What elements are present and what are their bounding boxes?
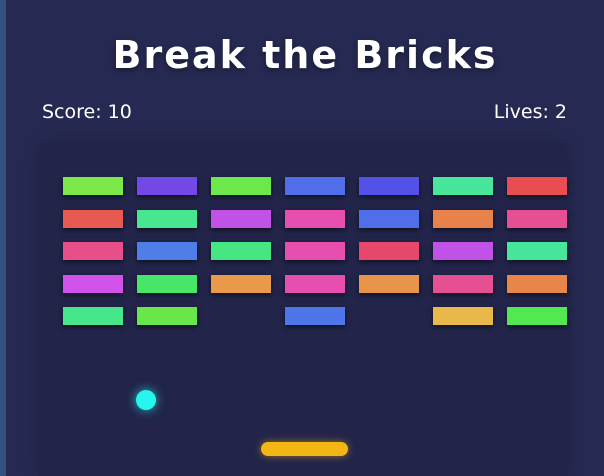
brick[interactable]	[211, 210, 271, 228]
brick[interactable]	[433, 275, 493, 293]
brick[interactable]	[211, 177, 271, 195]
brick[interactable]	[211, 242, 271, 260]
brick[interactable]	[63, 307, 123, 325]
brick[interactable]	[63, 242, 123, 260]
brick[interactable]	[285, 275, 345, 293]
brick[interactable]	[137, 210, 197, 228]
brick[interactable]	[359, 210, 419, 228]
brick[interactable]	[285, 210, 345, 228]
brick[interactable]	[137, 307, 197, 325]
brick[interactable]	[63, 177, 123, 195]
brick[interactable]	[433, 307, 493, 325]
brick[interactable]	[63, 275, 123, 293]
ball	[136, 390, 156, 410]
brick[interactable]	[285, 242, 345, 260]
brick[interactable]	[285, 177, 345, 195]
brick[interactable]	[359, 275, 419, 293]
brick[interactable]	[63, 210, 123, 228]
brick[interactable]	[137, 177, 197, 195]
brick[interactable]	[507, 242, 567, 260]
brick[interactable]	[507, 177, 567, 195]
brick[interactable]	[285, 307, 345, 325]
brick[interactable]	[211, 275, 271, 293]
paddle[interactable]	[261, 442, 348, 456]
brick[interactable]	[359, 242, 419, 260]
score-display: Score: 10	[42, 101, 132, 123]
brick[interactable]	[507, 210, 567, 228]
brick[interactable]	[137, 275, 197, 293]
brick[interactable]	[507, 275, 567, 293]
brick[interactable]	[137, 242, 197, 260]
brick[interactable]	[433, 242, 493, 260]
game-title: Break the Bricks	[112, 33, 498, 77]
brick[interactable]	[433, 210, 493, 228]
brick[interactable]	[359, 177, 419, 195]
brick[interactable]	[433, 177, 493, 195]
brick[interactable]	[507, 307, 567, 325]
lives-display: Lives: 2	[493, 101, 567, 123]
